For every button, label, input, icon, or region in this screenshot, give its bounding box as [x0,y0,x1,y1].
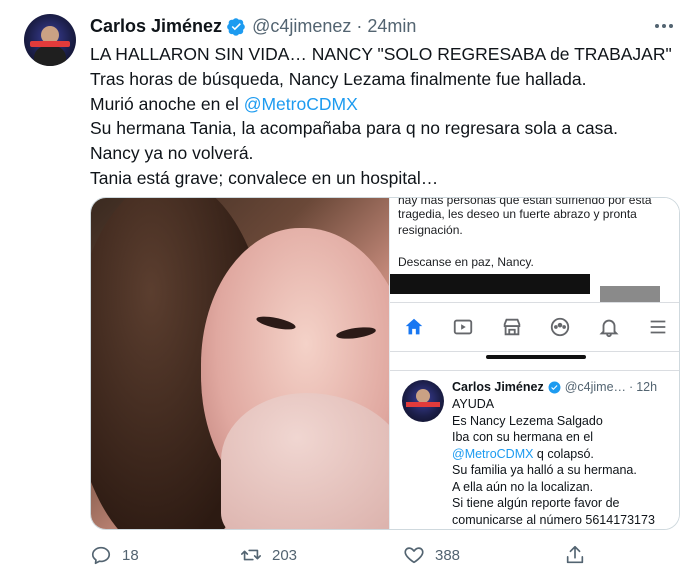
quoted-line: Es Nancy Lezema Salgado [452,413,603,428]
more-options-icon[interactable] [650,12,678,40]
quoted-line: Su familia ya halló a su hermana. [452,463,637,477]
woman-photo[interactable] [91,198,389,529]
tweet-line: Tras horas de búsqueda, Nancy Lezama fin… [90,68,587,89]
fb-text-line: tragedia, les deseo un fuerte abrazo y p… [398,207,637,221]
screenshot-image[interactable]: hay más personas que están sufriendo por… [389,198,679,529]
redacted-bar [390,274,590,294]
tweet-text: LA HALLARON SIN VIDA… NANCY "SOLO REGRES… [90,42,680,191]
reply-count: 18 [122,546,139,564]
quoted-line: comunicarse al número 5614173173 [452,512,655,527]
quoted-author-name: Carlos Jiménez [452,380,544,394]
tweet-header: Carlos Jiménez @c4jimenez · 24min [90,14,416,38]
share-icon [566,545,584,564]
fb-text-line: resignación. [398,223,463,237]
tweet-line: Tania está grave; convalece en un hospit… [90,167,439,188]
quoted-line: Iba con su hermana en el [452,430,594,444]
groups-icon [551,317,570,337]
fb-text-line: Descanse en paz, Nancy. [398,255,534,269]
tweet-actions: 18 203 388 [90,540,680,570]
home-indicator [486,355,586,359]
separator-dot: · [629,380,634,394]
quoted-tweet-header: Carlos Jiménez @c4jime… · 12h [452,380,657,394]
tweet-time[interactable]: 24min [367,16,416,37]
quoted-tweet-text: AYUDA Es Nancy Lezema Salgado Iba con su… [452,396,678,528]
video-icon [453,319,473,335]
like-button[interactable]: 388 [403,540,460,570]
tweet-line: Murió anoche en el @MetroCDMX [90,92,680,117]
verified-badge-icon [548,381,561,393]
verified-badge-icon [227,17,245,36]
divider [390,370,679,371]
separator-dot: · [356,15,363,36]
tweet-line: Nancy ya no volverá. [90,143,254,164]
quoted-author-avatar [402,380,444,422]
quoted-author-handle: @c4jime… [564,380,627,394]
mention-link: @MetroCDMX [452,446,534,461]
retweet-count: 203 [272,546,298,564]
quoted-tweet-time: 12h [636,380,658,394]
reply-icon [91,546,111,565]
thumbnail [600,286,660,302]
menu-icon [650,320,665,334]
tweet: Carlos Jiménez @c4jimenez · 24min LA HAL… [0,0,700,572]
quoted-line-text: q colapsó. [533,446,594,461]
heart-icon [404,547,424,564]
tweet-line: Su hermana Tania, la acompañaba para q n… [90,118,618,139]
facebook-nav-bar [390,302,679,352]
tweet-media[interactable]: hay más personas que están sufriendo por… [90,197,680,530]
mention-link[interactable]: @MetroCDMX [244,94,358,114]
share-button[interactable] [564,540,596,570]
like-count: 388 [435,546,461,564]
quoted-line: A ella aún no la localizan. [452,479,594,494]
tweet-line: LA HALLARON SIN VIDA… NANCY "SOLO REGRES… [90,44,672,64]
home-icon [406,318,423,335]
reply-button[interactable]: 18 [90,540,139,570]
quoted-line: AYUDA [452,397,495,411]
author-name[interactable]: Carlos Jiménez [90,16,222,37]
marketplace-icon [503,318,520,336]
bell-icon [599,319,619,338]
retweet-icon [241,549,261,561]
retweet-button[interactable]: 203 [240,540,297,570]
author-handle[interactable]: @c4jimenez [252,16,351,37]
quoted-line: @MetroCDMX q colapsó. [452,446,678,463]
tweet-line-text: Murió anoche en el [90,93,244,114]
author-avatar[interactable] [24,14,76,66]
quoted-line: Si tiene algún reporte favor de [452,496,620,510]
